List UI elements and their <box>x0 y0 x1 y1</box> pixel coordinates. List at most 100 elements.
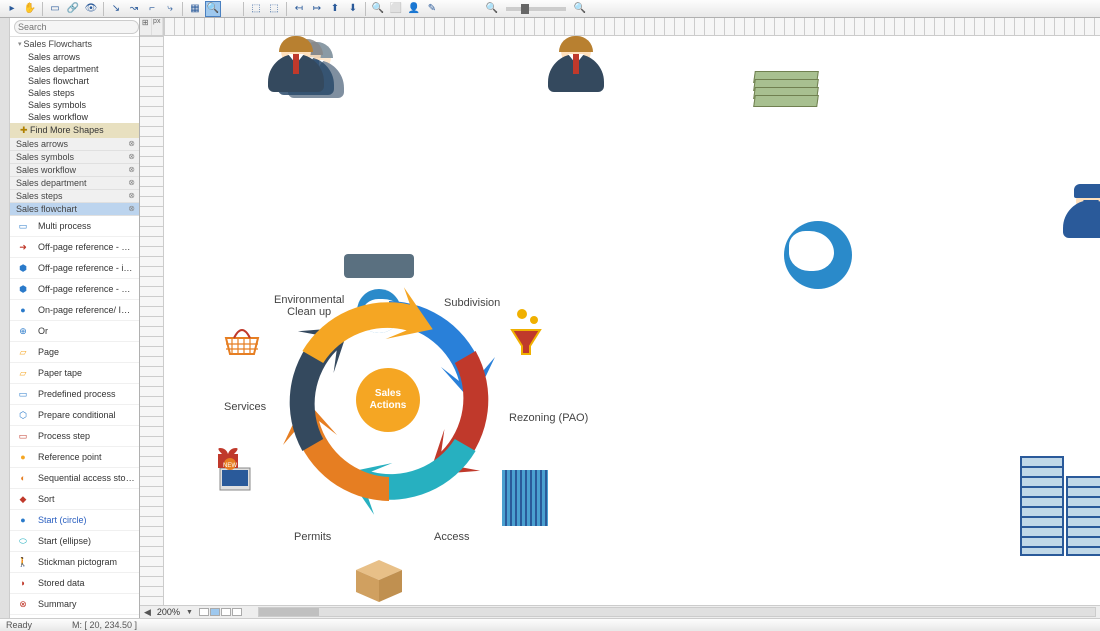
shape-icon: ◆ <box>14 492 32 506</box>
library-header[interactable]: Sales flowchart⊗ <box>10 203 139 216</box>
shape-item[interactable]: ▭Predefined process <box>10 384 139 405</box>
zoom-dropdown-icon[interactable]: ▼ <box>186 609 193 616</box>
shape-item[interactable]: ▭Multi process <box>10 216 139 237</box>
bring-front[interactable]: ⬆ <box>327 1 343 17</box>
shape-icon: ▭ <box>14 219 32 233</box>
shape-item[interactable]: ●On-page reference/ Inspe ... <box>10 300 139 321</box>
align-left[interactable]: ↤ <box>291 1 307 17</box>
cycle-center-label[interactable]: Sales Actions <box>356 368 420 432</box>
zoom-readout[interactable]: 200% <box>157 607 180 617</box>
businessman-icon[interactable] <box>544 36 608 108</box>
search-input[interactable] <box>14 20 139 34</box>
scroll-left-icon[interactable]: ◀ <box>144 607 151 618</box>
library-header[interactable]: Sales arrows⊗ <box>10 138 139 151</box>
library-header[interactable]: Sales symbols⊗ <box>10 151 139 164</box>
view-thumb[interactable] <box>232 608 242 616</box>
zoom-out-btn[interactable]: 🔍 <box>484 1 500 17</box>
library-header[interactable]: Sales steps⊗ <box>10 190 139 203</box>
shape-icon: ⬡ <box>14 408 32 422</box>
basket-icon[interactable] <box>222 326 262 356</box>
connector-ortho[interactable]: ⌐ <box>144 1 160 17</box>
connector-tool[interactable]: ↘ <box>108 1 124 17</box>
side-tab-strip[interactable] <box>0 18 10 618</box>
library-header[interactable]: Sales workflow⊗ <box>10 164 139 177</box>
shape-item[interactable]: ⬢Off-page reference - outgoing <box>10 279 139 300</box>
rect-tool[interactable]: ▭ <box>47 1 63 17</box>
label-rezoning: Rezoning (PAO) <box>509 412 588 424</box>
zoom-slider[interactable] <box>506 7 566 11</box>
tree-item[interactable]: Sales steps <box>10 87 139 99</box>
shape-item[interactable]: ⬭Start (ellipse) <box>10 531 139 552</box>
close-icon[interactable]: ⊗ <box>128 165 135 174</box>
view-thumb[interactable] <box>221 608 231 616</box>
hscrollbar[interactable] <box>258 607 1096 617</box>
svg-text:NEW: NEW <box>223 463 237 469</box>
shapes-sidebar: ✕ Sales Flowcharts Sales arrowsSales dep… <box>10 18 140 618</box>
shape-icon: ➜ <box>14 240 32 254</box>
hand-tool[interactable]: ✋ <box>22 1 38 17</box>
shape-icon: ● <box>14 450 32 464</box>
edit-tool[interactable]: ✎ <box>424 1 440 17</box>
shape-icon: ⬢ <box>14 282 32 296</box>
zoom-in[interactable]: 🔍 <box>370 1 386 17</box>
office-building-icon[interactable] <box>1020 456 1100 556</box>
link-tool[interactable]: 🔗 <box>65 1 81 17</box>
package-icon[interactable] <box>352 556 406 602</box>
shape-icon: ⊗ <box>14 597 32 611</box>
small-building-icon[interactable] <box>502 470 548 526</box>
close-icon[interactable]: ⊗ <box>128 178 135 187</box>
close-icon[interactable]: ⊗ <box>128 139 135 148</box>
ungroup-tool[interactable]: ⬚ <box>266 1 282 17</box>
shape-item[interactable]: ▭Process step <box>10 426 139 447</box>
close-icon[interactable]: ⊗ <box>128 191 135 200</box>
pointer-tool[interactable]: ▸ <box>4 1 20 17</box>
ruler-horizontal <box>164 18 1100 36</box>
grid-toggle[interactable]: ▦ <box>187 1 203 17</box>
worker-icon[interactable] <box>1059 186 1100 258</box>
tree-item[interactable]: Sales department <box>10 63 139 75</box>
shape-item[interactable]: ▱Page <box>10 342 139 363</box>
shape-item[interactable]: ⬢Off-page reference - incoming <box>10 258 139 279</box>
shape-item[interactable]: ◐Sequential access storage <box>10 468 139 489</box>
shape-label: Start (circle) <box>38 515 87 525</box>
eye-tool[interactable]: 👁 <box>83 1 99 17</box>
ruler-corner[interactable]: ⊞px <box>140 18 164 36</box>
align-right[interactable]: ↦ <box>309 1 325 17</box>
connector-round[interactable]: ⤷ <box>162 1 178 17</box>
view-thumb[interactable] <box>199 608 209 616</box>
shape-item[interactable]: ⊕Or <box>10 321 139 342</box>
close-icon[interactable]: ⊗ <box>128 204 135 213</box>
shape-item[interactable]: ➜Off-page reference - arrow <box>10 237 139 258</box>
shape-item[interactable]: ▱Paper tape <box>10 363 139 384</box>
money-stack-icon[interactable] <box>754 71 824 103</box>
send-back[interactable]: ⬇ <box>345 1 361 17</box>
tree-item[interactable]: Sales flowchart <box>10 75 139 87</box>
globe-large-icon[interactable] <box>784 221 852 289</box>
person-tool[interactable]: 👤 <box>406 1 422 17</box>
library-header[interactable]: Sales department⊗ <box>10 177 139 190</box>
tree-item[interactable]: Sales symbols <box>10 99 139 111</box>
shape-item[interactable]: ●Start (circle) <box>10 510 139 531</box>
zoom-fit[interactable]: ⬜ <box>388 1 404 17</box>
group-tool[interactable]: ⬚ <box>248 1 264 17</box>
label-services: Services <box>224 401 266 413</box>
tree-category[interactable]: Sales Flowcharts <box>10 37 139 51</box>
shape-item[interactable]: ⊗Summary <box>10 594 139 615</box>
shape-item[interactable]: ◆Sort <box>10 489 139 510</box>
tree-item[interactable]: Sales arrows <box>10 51 139 63</box>
shape-label: Start (ellipse) <box>38 536 91 546</box>
gift-icon[interactable]: NEW <box>212 448 260 496</box>
shape-item[interactable]: ◗Stored data <box>10 573 139 594</box>
shape-item[interactable]: 🚶Stickman pictogram <box>10 552 139 573</box>
find-more-shapes[interactable]: Find More Shapes <box>10 123 139 138</box>
funnel-icon[interactable] <box>508 308 544 363</box>
close-icon[interactable]: ⊗ <box>128 152 135 161</box>
view-thumb[interactable] <box>210 608 220 616</box>
tree-item[interactable]: Sales workflow <box>10 111 139 123</box>
drawing-canvas[interactable]: Sales Actions Environmental Clean up Sub… <box>164 36 1100 605</box>
zoom-in-btn[interactable]: 🔍 <box>572 1 588 17</box>
snap-toggle[interactable]: 🔍 <box>205 1 221 17</box>
connector-curve[interactable]: ↝ <box>126 1 142 17</box>
shape-item[interactable]: ⬡Prepare conditional <box>10 405 139 426</box>
shape-item[interactable]: ●Reference point <box>10 447 139 468</box>
